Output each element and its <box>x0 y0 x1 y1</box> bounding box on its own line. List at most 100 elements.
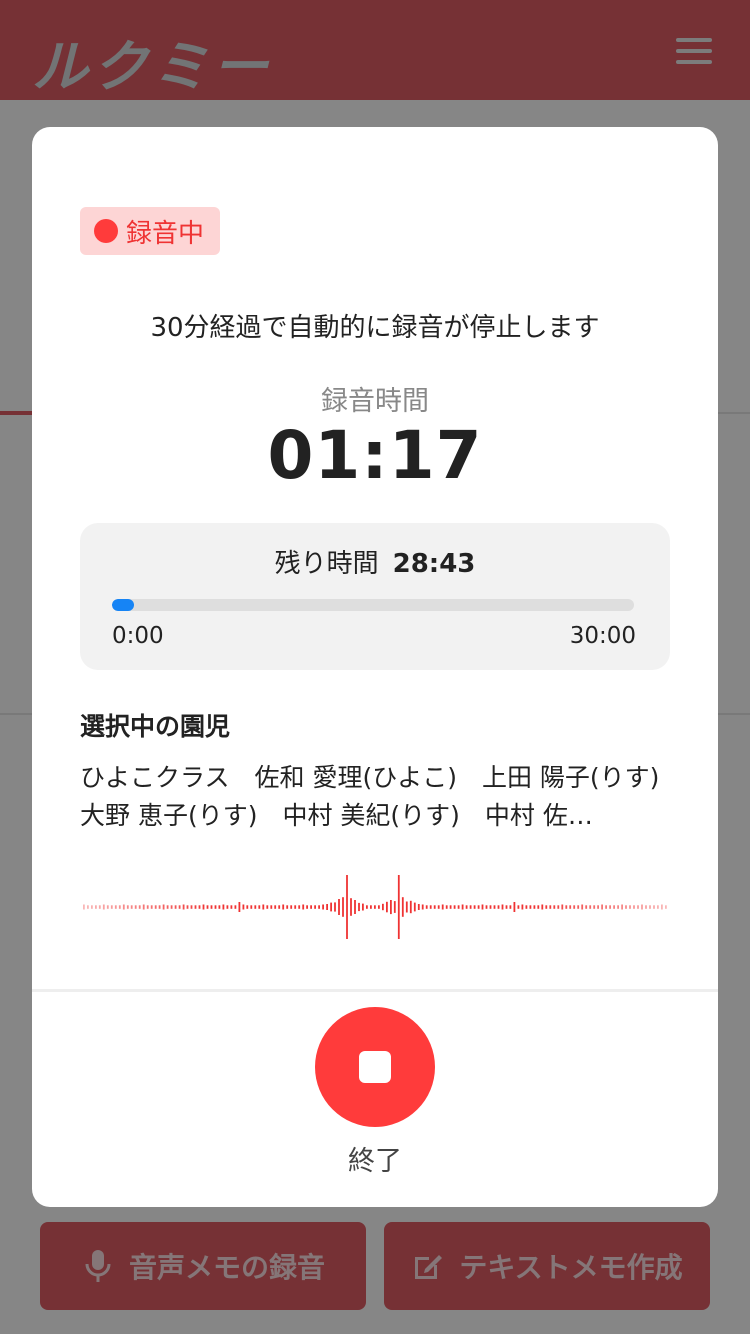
waveform-bar <box>390 900 392 915</box>
recording-progress-bar <box>112 599 634 611</box>
waveform-bar <box>393 901 396 913</box>
waveform-bar <box>87 905 89 909</box>
waveform-bar <box>166 905 169 909</box>
waveform-bar <box>649 905 651 909</box>
waveform-bar <box>114 905 117 909</box>
waveform-bar <box>633 905 635 909</box>
waveform-bar <box>453 905 456 909</box>
waveform-bar <box>298 905 301 909</box>
waveform-bar <box>242 904 245 910</box>
waveform-bar <box>206 905 209 909</box>
record-dot-icon <box>94 219 118 243</box>
waveform-bar <box>473 905 476 909</box>
waveform-bar <box>98 905 101 909</box>
waveform-bar <box>378 905 380 909</box>
waveform-bar <box>270 905 273 909</box>
waveform-bar <box>286 905 289 909</box>
waveform-bar <box>154 905 157 909</box>
waveform-bar <box>521 904 524 910</box>
waveform-bar <box>314 905 316 909</box>
waveform-bar <box>637 905 639 909</box>
waveform-bar <box>158 905 161 909</box>
waveform-bar <box>234 905 237 909</box>
waveform-bar <box>665 905 667 909</box>
waveform-bar <box>202 904 205 910</box>
waveform-bar <box>174 905 177 909</box>
waveform-bar <box>130 905 133 909</box>
waveform-bar <box>246 905 249 909</box>
waveform-bar <box>338 899 340 915</box>
progress-end-label: 30:00 <box>569 623 636 649</box>
waveform-bar <box>326 904 328 910</box>
progress-start-label: 0:00 <box>112 623 164 649</box>
waveform-bar <box>585 905 588 909</box>
waveform-bar <box>565 905 568 909</box>
waveform-bar <box>429 905 432 909</box>
waveform-bar <box>621 904 623 910</box>
waveform-bar <box>513 902 516 912</box>
waveform-bar <box>282 904 285 910</box>
waveform-bar <box>266 905 269 909</box>
waveform-bar <box>661 904 663 910</box>
waveform-bar <box>577 905 580 909</box>
waveform-bar <box>83 904 85 910</box>
waveform-bar <box>230 905 233 909</box>
waveform-bar <box>170 905 173 909</box>
waveform-bar <box>254 905 257 909</box>
waveform-bar <box>501 904 504 910</box>
waveform-bar <box>437 905 440 909</box>
waveform-bar <box>545 905 548 909</box>
waveform-bar <box>198 905 201 909</box>
waveform-bar <box>386 901 388 913</box>
waveform-bar <box>334 902 336 912</box>
waveform-bar <box>553 905 556 909</box>
remaining-time-panel: 残り時間 28:43 0:00 30:00 <box>80 523 670 670</box>
waveform-bar <box>218 905 221 909</box>
selected-children-list: ひよこクラス 佐和 愛理(ひよこ) 上田 陽子(りす) 大野 恵子(りす) 中村… <box>80 763 685 830</box>
selected-children-title: 選択中の園児 <box>80 712 231 741</box>
waveform-bar <box>397 875 400 939</box>
waveform-bar <box>549 905 552 909</box>
recording-status-label: 録音中 <box>126 218 205 249</box>
waveform-bar <box>569 905 572 909</box>
recording-time-value: 01:17 <box>267 417 483 494</box>
waveform-bar <box>561 904 564 910</box>
stop-square-icon <box>359 1051 391 1083</box>
waveform-bar <box>278 905 281 909</box>
waveform-bar <box>589 905 592 909</box>
waveform-bar <box>469 905 472 909</box>
waveform-bar <box>330 902 332 912</box>
waveform-bar <box>625 905 627 909</box>
waveform-bar <box>126 905 129 909</box>
waveform-bar <box>238 902 241 912</box>
audio-waveform <box>83 875 667 939</box>
stop-recording-button[interactable] <box>315 1007 435 1127</box>
waveform-bar <box>138 905 141 909</box>
waveform-bar <box>441 904 444 910</box>
footer-divider <box>32 989 718 992</box>
waveform-bar <box>222 904 225 910</box>
waveform-bar <box>613 905 615 909</box>
waveform-bar <box>262 904 265 910</box>
waveform-bar <box>258 905 261 909</box>
waveform-bar <box>593 905 596 909</box>
waveform-bar <box>601 904 603 910</box>
waveform-bar <box>106 905 109 909</box>
waveform-bar <box>609 905 611 909</box>
waveform-bar <box>118 905 121 909</box>
waveform-bar <box>214 905 217 909</box>
waveform-bar <box>573 905 576 909</box>
waveform-bar <box>517 905 520 909</box>
waveform-bar <box>405 901 408 913</box>
waveform-bar <box>190 905 193 909</box>
waveform-bar <box>425 905 428 909</box>
waveform-bar <box>421 904 424 910</box>
recording-status-badge: 録音中 <box>80 207 221 255</box>
remaining-time-value: 28:43 <box>392 549 476 579</box>
waveform-bar <box>409 900 412 914</box>
waveform-bar <box>485 905 488 909</box>
waveform-bar <box>354 900 356 914</box>
waveform-bar <box>182 904 185 910</box>
stop-recording-label: 終了 <box>348 1146 402 1177</box>
waveform-bar <box>302 904 305 910</box>
